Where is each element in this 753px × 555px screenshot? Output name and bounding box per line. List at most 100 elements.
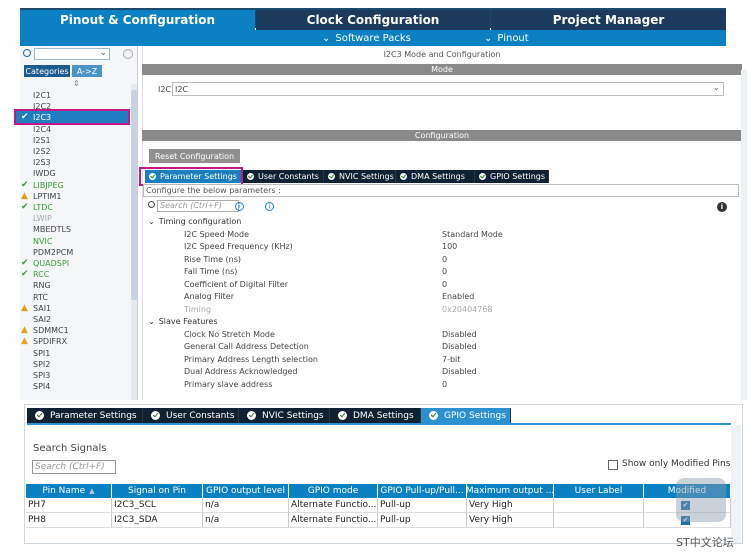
peripheral-item[interactable]: RTC bbox=[33, 292, 48, 303]
peripheral-item[interactable]: SPI1 bbox=[33, 348, 50, 359]
info-circle-icon[interactable]: i bbox=[235, 202, 244, 211]
chevron-down-icon: ⌄ bbox=[322, 32, 331, 44]
bottom-scrollbar[interactable] bbox=[731, 425, 741, 543]
peripheral-item[interactable]: I2S3 bbox=[33, 157, 51, 168]
parameter-value[interactable]: Disabled bbox=[442, 366, 477, 378]
settings-tab[interactable]: User Constants bbox=[243, 170, 324, 183]
left-scrollbar-thumb[interactable] bbox=[131, 90, 137, 300]
gpio-cell[interactable]: Alternate Functio... bbox=[289, 498, 378, 513]
gpio-column-header[interactable]: Maximum output ... bbox=[467, 484, 554, 498]
a-z-button[interactable]: A->Z bbox=[72, 65, 102, 77]
right-scrollbar[interactable] bbox=[741, 70, 747, 400]
peripheral-item[interactable]: I2S2 bbox=[33, 146, 51, 157]
pinout-menu[interactable]: ⌄ Pinout bbox=[484, 31, 529, 45]
peripheral-item[interactable]: ▲ SAI1 bbox=[21, 303, 51, 314]
settings-tab[interactable]: DMA Settings bbox=[396, 170, 475, 183]
peripheral-search-input[interactable]: ⌄ bbox=[34, 48, 110, 60]
peripheral-item[interactable]: PDM2PCM bbox=[33, 247, 73, 258]
search-icon bbox=[23, 49, 31, 57]
parameter-value[interactable]: Disabled bbox=[442, 341, 477, 353]
settings-tab[interactable]: GPIO Settings bbox=[475, 170, 549, 183]
gpio-cell[interactable] bbox=[554, 498, 644, 513]
gpio-cell[interactable]: Very High bbox=[467, 498, 554, 513]
bottom-tab-label: GPIO Settings bbox=[444, 410, 506, 421]
categories-button[interactable]: Categories bbox=[24, 65, 70, 77]
reset-configuration-button[interactable]: Reset Configuration bbox=[149, 149, 240, 163]
peripheral-item[interactable]: LWIP bbox=[33, 213, 52, 224]
tab-project-manager[interactable]: Project Manager bbox=[491, 10, 726, 30]
gpio-cell[interactable]: Pull-up bbox=[378, 498, 467, 513]
parameter-name: I2C Speed Frequency (KHz) bbox=[184, 242, 293, 251]
parameter-value[interactable]: 100 bbox=[442, 241, 457, 253]
bottom-settings-tab[interactable]: DMA Settings bbox=[330, 408, 421, 423]
parameter-value[interactable]: Disabled bbox=[442, 329, 477, 341]
software-packs-menu[interactable]: ⌄ Software Packs bbox=[322, 31, 411, 45]
gpio-column-header[interactable]: Signal on Pin bbox=[112, 484, 203, 498]
peripheral-item[interactable]: MBEDTLS bbox=[33, 224, 71, 235]
parameter-name: Timing bbox=[184, 304, 212, 314]
gpio-cell[interactable]: Alternate Functio... bbox=[289, 513, 378, 528]
signal-search-input[interactable]: Search (Ctrl+F) bbox=[32, 460, 116, 474]
gpio-cell[interactable]: PH7 bbox=[26, 498, 112, 513]
gpio-column-header[interactable]: GPIO mode bbox=[289, 484, 378, 498]
peripheral-item[interactable]: I2C4 bbox=[33, 124, 51, 135]
peripheral-item[interactable]: ▲ LPTIM1 bbox=[21, 191, 62, 202]
bottom-settings-tab[interactable]: NVIC Settings bbox=[239, 408, 330, 423]
gpio-cell[interactable]: I2C3_SCL bbox=[112, 498, 203, 513]
parameter-value[interactable]: 0x20404768 bbox=[442, 304, 493, 316]
peripheral-item[interactable]: ✔ RCC bbox=[21, 269, 49, 280]
gpio-cell[interactable]: n/a bbox=[203, 513, 289, 528]
peripheral-item[interactable]: ▲ SPDIFRX bbox=[21, 336, 67, 347]
peripheral-item[interactable]: ✔ LIBJPEG bbox=[21, 180, 64, 191]
settings-tab[interactable]: NVIC Settings bbox=[324, 170, 396, 183]
peripheral-item[interactable]: ▲ SDMMC1 bbox=[21, 325, 69, 336]
peripheral-label: I2S3 bbox=[33, 158, 51, 168]
show-modified-checkbox[interactable] bbox=[608, 460, 618, 470]
gpio-cell[interactable]: PH8 bbox=[26, 513, 112, 528]
parameter-value[interactable]: 7-bit bbox=[442, 354, 460, 366]
tab-clock-configuration[interactable]: Clock Configuration bbox=[256, 10, 490, 30]
parameter-value[interactable]: 0 bbox=[442, 379, 447, 391]
check-icon: ✔ bbox=[21, 258, 29, 268]
peripheral-item[interactable]: IWDG bbox=[33, 168, 56, 179]
parameter-value[interactable]: 0 bbox=[442, 266, 447, 278]
peripheral-item[interactable]: SPI4 bbox=[33, 381, 50, 392]
tab-pinout-configuration[interactable]: Pinout & Configuration bbox=[20, 10, 255, 30]
info-icon[interactable]: i bbox=[717, 202, 727, 212]
peripheral-label: SAI2 bbox=[33, 315, 52, 324]
check-icon: ✔ bbox=[21, 202, 29, 212]
parameter-value[interactable]: Standard Mode bbox=[442, 229, 503, 241]
gpio-column-header[interactable]: GPIO Pull-up/Pull... bbox=[378, 484, 467, 498]
parameter-group-title[interactable]: ⌄ Slave Features bbox=[148, 316, 218, 328]
peripheral-item[interactable]: SPI2 bbox=[33, 359, 50, 370]
peripheral-item[interactable]: NVIC bbox=[33, 236, 52, 247]
bottom-settings-tab[interactable]: User Constants bbox=[143, 408, 239, 423]
bottom-settings-tab[interactable]: Parameter Settings bbox=[27, 408, 143, 423]
chevron-down-icon: ⌄ bbox=[484, 32, 493, 44]
gpio-column-header[interactable]: Pin Name ▲ bbox=[26, 484, 112, 498]
gpio-cell[interactable]: n/a bbox=[203, 498, 289, 513]
peripheral-item[interactable]: I2C1 bbox=[33, 90, 51, 101]
peripheral-item[interactable]: SAI2 bbox=[33, 314, 51, 325]
parameter-value[interactable]: 0 bbox=[442, 254, 447, 266]
gpio-header-label: GPIO Pull-up/Pull... bbox=[380, 486, 464, 496]
mode-select[interactable]: I2C ⌄ bbox=[172, 82, 724, 96]
info-circle-icon[interactable]: i bbox=[265, 202, 274, 211]
gpio-cell[interactable]: Pull-up bbox=[378, 513, 467, 528]
gpio-cell[interactable]: I2C3_SDA bbox=[112, 513, 203, 528]
parameter-search-input[interactable]: Search (Ctrl+F) bbox=[157, 200, 239, 212]
parameter-value[interactable]: 0 bbox=[442, 279, 447, 291]
gpio-column-header[interactable]: User Label bbox=[554, 484, 644, 498]
settings-icon[interactable] bbox=[123, 49, 133, 59]
peripheral-item[interactable]: RNG bbox=[33, 280, 51, 291]
parameter-value[interactable]: Enabled bbox=[442, 291, 474, 303]
peripheral-item[interactable]: I2S1 bbox=[33, 135, 51, 146]
peripheral-item[interactable]: ✔ LTDC bbox=[21, 202, 53, 213]
parameter-group-title[interactable]: ⌄ Timing configuration bbox=[148, 216, 241, 228]
gpio-column-header[interactable]: GPIO output level bbox=[203, 484, 289, 498]
bottom-settings-tab[interactable]: GPIO Settings bbox=[421, 408, 511, 423]
peripheral-item[interactable]: ✔ QUADSPI bbox=[21, 258, 69, 269]
gpio-cell[interactable]: Very High bbox=[467, 513, 554, 528]
gpio-cell[interactable] bbox=[554, 513, 644, 528]
peripheral-item[interactable]: SPI3 bbox=[33, 370, 50, 381]
